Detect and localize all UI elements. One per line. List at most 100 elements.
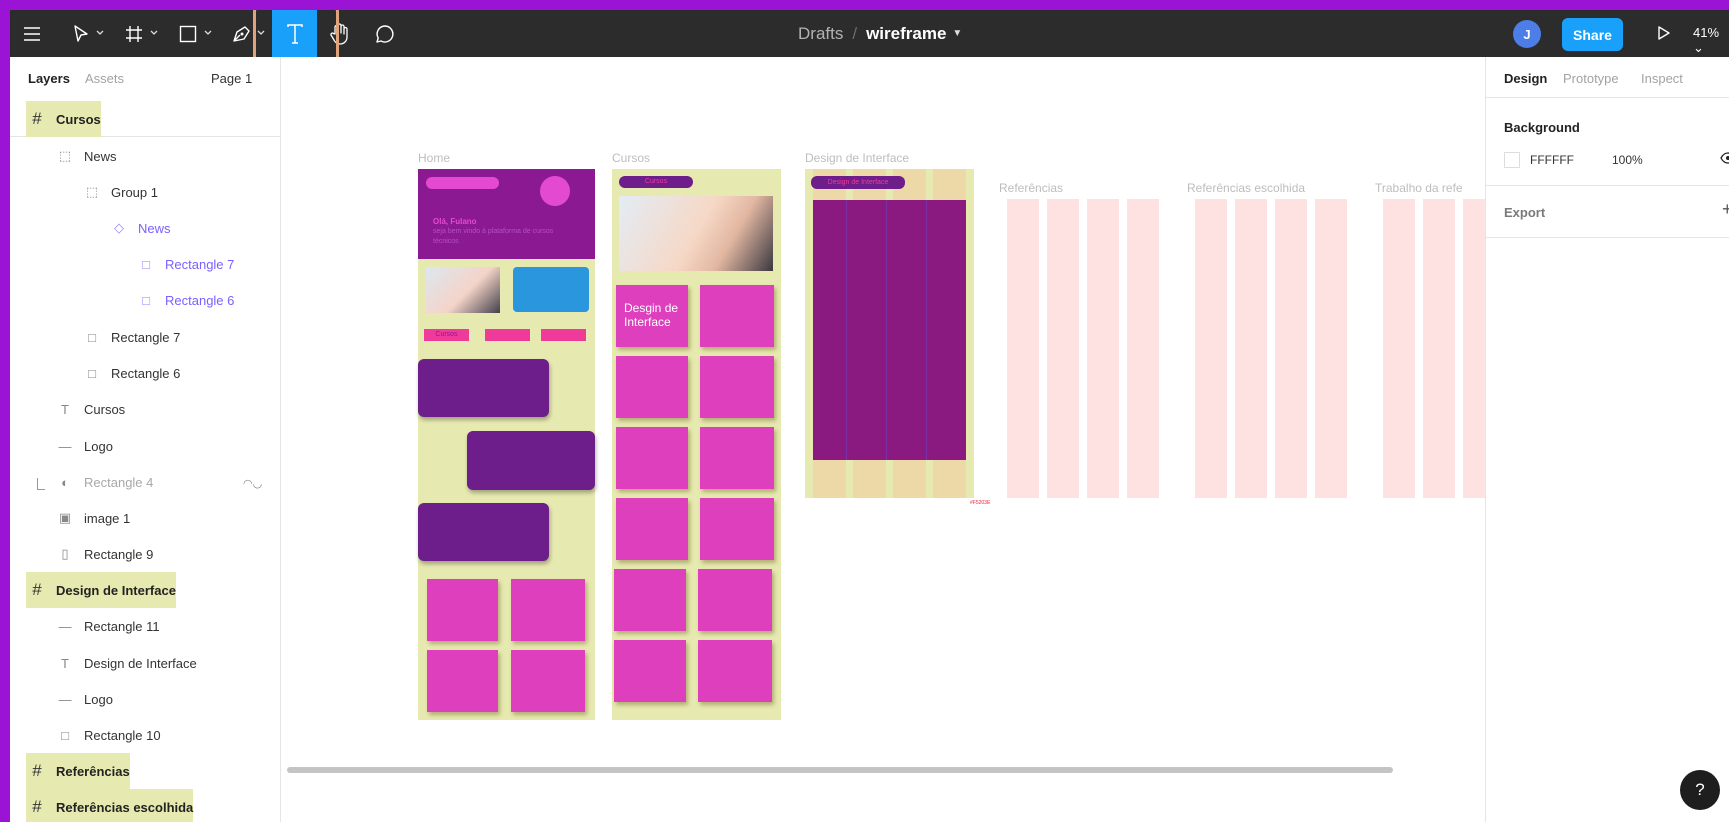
move-tool-caret-icon[interactable] bbox=[95, 28, 105, 38]
chevron-down-icon[interactable]: ▼ bbox=[952, 28, 962, 39]
canvas[interactable]: Home Cursos Design de Interface Referênc… bbox=[281, 57, 1485, 822]
layout-grid-column bbox=[1275, 199, 1307, 498]
layer-frame-referencias[interactable]: # Referências bbox=[26, 753, 130, 789]
frame-label-cursos[interactable]: Cursos bbox=[612, 151, 650, 165]
rectangle-icon: □ bbox=[88, 329, 96, 345]
avatar[interactable]: J bbox=[1513, 20, 1541, 48]
layer-frame-referencias-escolhida[interactable]: # Referências escolhida bbox=[26, 789, 194, 822]
breadcrumb-drafts[interactable]: Drafts bbox=[798, 24, 843, 44]
zoom-level[interactable]: 41% ⌄ bbox=[1693, 25, 1729, 56]
pen-tool-icon[interactable] bbox=[229, 10, 255, 57]
grid-card bbox=[427, 579, 498, 641]
present-play-icon[interactable] bbox=[1652, 22, 1674, 49]
frame-label-trabalho[interactable]: Trabalho da refe bbox=[1375, 181, 1463, 195]
grid-card bbox=[616, 356, 688, 418]
layer-row[interactable]: □ Rectangle 6 bbox=[81, 355, 180, 391]
background-title: Background bbox=[1504, 120, 1580, 135]
layer-row[interactable]: ⬚ News bbox=[54, 138, 117, 174]
tab-design[interactable]: Design bbox=[1504, 71, 1547, 86]
frame-label-home[interactable]: Home bbox=[418, 151, 450, 165]
layer-label: Referências bbox=[56, 763, 130, 779]
layer-row[interactable]: □ Rectangle 10 bbox=[54, 717, 161, 753]
frame-home[interactable]: Olá, Fulano seja bem vindo à plataforma … bbox=[418, 169, 595, 720]
layer-row[interactable]: — Rectangle 11 bbox=[54, 608, 160, 644]
home-welcome: seja bem vindo à plataforma de cursos té… bbox=[433, 228, 554, 245]
layer-row[interactable]: T Cursos bbox=[54, 391, 125, 427]
frame-referencias-escolhida[interactable] bbox=[1187, 199, 1347, 498]
eye-hidden-icon[interactable]: ◠◡ bbox=[243, 477, 262, 490]
cursos-pill: Cursos bbox=[619, 176, 693, 188]
frame-label-referencias[interactable]: Referências bbox=[999, 181, 1063, 195]
help-button[interactable]: ? bbox=[1680, 770, 1720, 810]
avatar-circle bbox=[540, 176, 570, 206]
frame-icon: # bbox=[32, 580, 42, 599]
layer-frame-cursos[interactable]: # Cursos bbox=[26, 101, 101, 137]
frame-trabalho[interactable] bbox=[1375, 199, 1485, 498]
frame-design-de-interface[interactable]: Design de Interface bbox=[805, 169, 974, 498]
layer-label: Logo bbox=[84, 438, 113, 454]
layer-label: Rectangle 11 bbox=[84, 618, 160, 634]
file-name[interactable]: wireframe bbox=[866, 24, 946, 44]
rectangle-icon: □ bbox=[142, 256, 150, 272]
layer-row[interactable]: ⬚ Group 1 bbox=[81, 174, 158, 210]
news-card-blue bbox=[513, 267, 589, 312]
layer-row[interactable]: ▯ Rectangle 9 bbox=[54, 536, 153, 572]
comment-tool-icon[interactable] bbox=[371, 10, 399, 57]
layer-row[interactable]: □ Rectangle 6 bbox=[135, 282, 234, 318]
layer-row[interactable]: ◇ News bbox=[108, 210, 171, 246]
toolbar: Drafts / wireframe ▼ J Share 41% ⌄ bbox=[10, 10, 1729, 89]
layer-label: Design de Interface bbox=[84, 655, 197, 671]
layer-row[interactable]: T Design de Interface bbox=[54, 645, 197, 681]
shape-tool-caret-icon[interactable] bbox=[203, 28, 213, 38]
layer-row[interactable]: □ Rectangle 7 bbox=[135, 246, 234, 282]
figma-window: Drafts / wireframe ▼ J Share 41% ⌄ Layer… bbox=[10, 10, 1729, 822]
grid-line bbox=[886, 200, 887, 460]
layer-row[interactable]: ▣ image 1 bbox=[54, 500, 130, 536]
layer-row[interactable]: — Logo bbox=[54, 428, 113, 464]
rectangle-icon: □ bbox=[61, 727, 69, 743]
home-pill bbox=[541, 329, 586, 341]
layer-frame-design[interactable]: # Design de Interface bbox=[26, 572, 176, 608]
eye-icon[interactable] bbox=[1720, 151, 1729, 169]
frame-tool-icon[interactable] bbox=[121, 10, 147, 57]
course-card-plum bbox=[418, 503, 549, 561]
layer-label: Referências escolhida bbox=[56, 799, 194, 815]
frame-label-design[interactable]: Design de Interface bbox=[805, 151, 909, 165]
layer-label: Cursos bbox=[56, 111, 101, 127]
layout-grid-column bbox=[1315, 199, 1347, 498]
help-label: ? bbox=[1695, 780, 1705, 799]
frame-row-cursos[interactable]: # Cursos bbox=[10, 101, 280, 137]
tab-prototype[interactable]: Prototype bbox=[1563, 71, 1619, 86]
layer-row[interactable]: — Logo bbox=[54, 681, 113, 717]
page-selector[interactable]: Page 1 bbox=[211, 71, 252, 86]
logo-placeholder bbox=[426, 177, 499, 189]
text-tool-icon[interactable] bbox=[272, 10, 317, 57]
move-tool-icon[interactable] bbox=[68, 10, 94, 57]
main-menu-icon[interactable] bbox=[18, 10, 46, 57]
frame-referencias[interactable] bbox=[999, 199, 1159, 498]
layer-label: Rectangle 7 bbox=[111, 329, 181, 345]
layer-label: image 1 bbox=[84, 510, 131, 526]
rectangle-tool-icon[interactable] bbox=[175, 10, 201, 57]
pen-tool-caret-icon[interactable] bbox=[256, 28, 266, 38]
layer-row[interactable]: ◐ Rectangle 4 bbox=[54, 464, 153, 500]
tab-inspect[interactable]: Inspect bbox=[1641, 71, 1683, 86]
hand-tool-icon[interactable] bbox=[326, 10, 354, 57]
background-hex-input[interactable]: FFFFFF bbox=[1530, 153, 1574, 167]
layer-label: Rectangle 4 bbox=[84, 474, 154, 490]
share-button[interactable]: Share bbox=[1562, 18, 1623, 51]
tab-assets[interactable]: Assets bbox=[85, 71, 124, 86]
tab-layers[interactable]: Layers bbox=[28, 71, 70, 86]
frame-label-referencias-escolhida[interactable]: Referências escolhida bbox=[1187, 181, 1305, 195]
divider bbox=[1486, 185, 1729, 186]
frame-tool-caret-icon[interactable] bbox=[149, 28, 159, 38]
grid-card bbox=[427, 650, 498, 712]
background-opacity-input[interactable]: 100% bbox=[1612, 153, 1643, 167]
add-export-plus-icon[interactable]: + bbox=[1722, 199, 1729, 220]
frame-cursos[interactable]: Cursos Desgin de Interface bbox=[612, 169, 781, 720]
cursos-hero-image bbox=[619, 196, 773, 271]
background-color-swatch[interactable] bbox=[1504, 152, 1520, 168]
layer-row[interactable]: □ Rectangle 7 bbox=[81, 319, 180, 355]
horizontal-scrollbar[interactable] bbox=[287, 767, 1393, 773]
line-icon: — bbox=[58, 438, 72, 454]
